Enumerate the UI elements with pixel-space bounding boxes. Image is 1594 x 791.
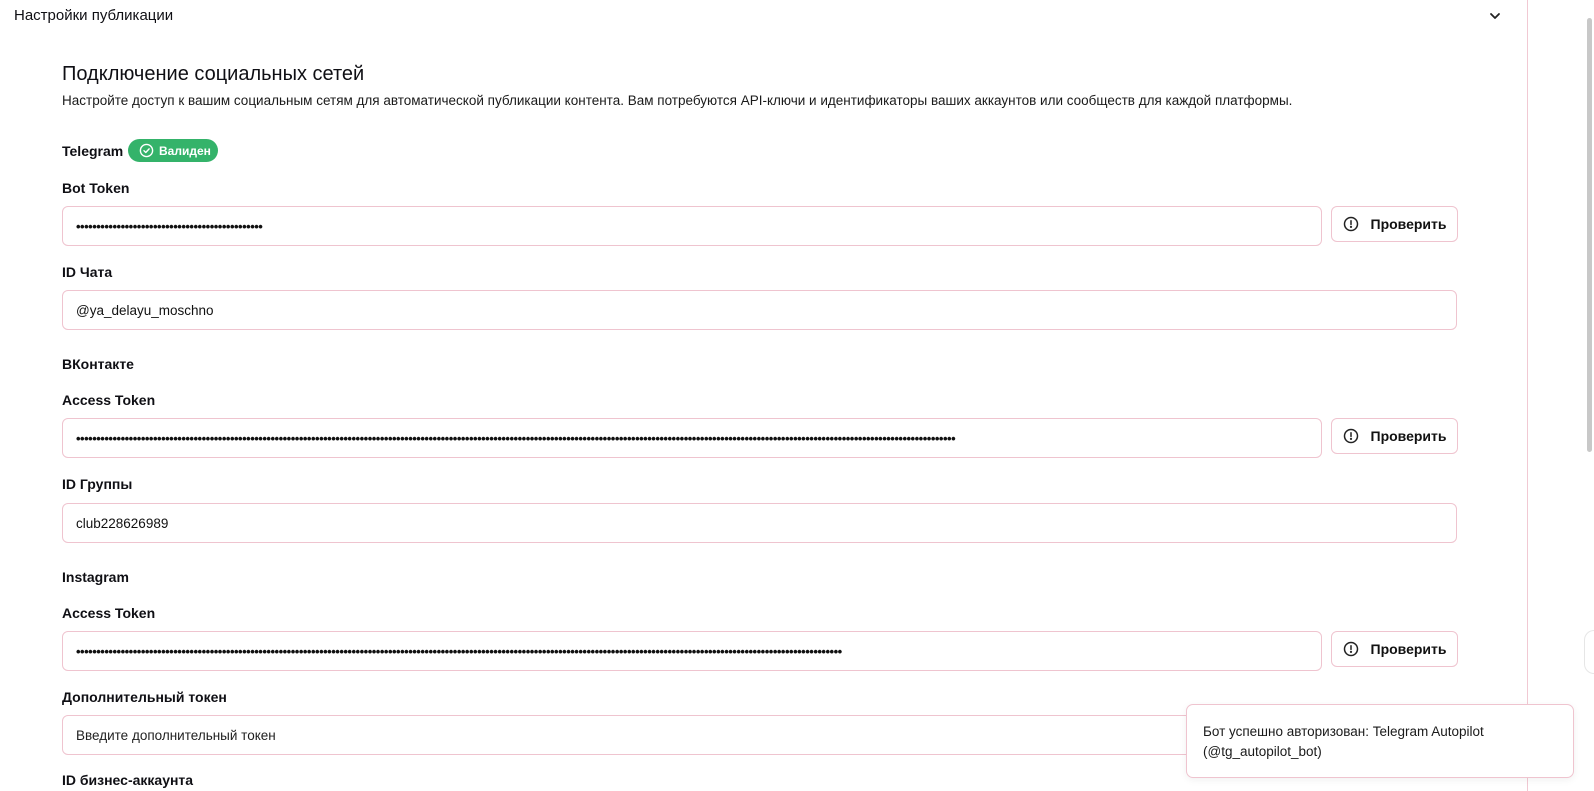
instagram-extra-token-label: Дополнительный токен: [62, 689, 227, 705]
instagram-token-label: Access Token: [62, 605, 156, 621]
side-panel-handle[interactable]: [1584, 630, 1594, 674]
vk-check-button[interactable]: Проверить: [1331, 418, 1458, 454]
accordion-header[interactable]: Настройки публикации: [0, 0, 1528, 32]
publication-settings-page: Настройки публикации Подключение социаль…: [0, 0, 1594, 791]
instagram-heading: Instagram: [62, 569, 129, 585]
check-circle-icon: [139, 143, 154, 158]
vk-group-input[interactable]: club228626989: [62, 503, 1457, 543]
telegram-check-button[interactable]: Проверить: [1331, 206, 1458, 242]
vk-token-input[interactable]: ••••••••••••••••••••••••••••••••••••••••…: [62, 418, 1322, 458]
instagram-check-label: Проверить: [1370, 641, 1447, 657]
telegram-heading: Telegram: [62, 143, 124, 159]
telegram-token-label: Bot Token: [62, 180, 130, 196]
valid-badge: Валиден: [128, 139, 218, 162]
accordion-title: Настройки публикации: [14, 7, 174, 24]
valid-badge-label: Валиден: [159, 143, 211, 158]
telegram-chat-label: ID Чата: [62, 264, 113, 280]
telegram-check-label: Проверить: [1370, 216, 1447, 232]
instagram-check-button[interactable]: Проверить: [1331, 631, 1458, 667]
alert-circle-icon: [1343, 216, 1358, 232]
section-title: Подключение социальных сетей: [62, 63, 365, 85]
telegram-token-input[interactable]: ••••••••••••••••••••••••••••••••••••••••…: [62, 206, 1322, 246]
success-toast[interactable]: Бот успешно авторизован: Telegram Autopi…: [1186, 704, 1574, 778]
chevron-down-icon[interactable]: [1487, 8, 1503, 24]
content-divider: [1527, 0, 1528, 791]
vk-token-label: Access Token: [62, 392, 156, 408]
vk-heading: ВКонтакте: [62, 356, 134, 372]
section-description: Настройте доступ к вашим социальным сетя…: [62, 93, 1293, 108]
alert-circle-icon: [1343, 641, 1358, 657]
instagram-token-input[interactable]: ••••••••••••••••••••••••••••••••••••••••…: [62, 631, 1322, 671]
instagram-business-id-label: ID бизнес-аккаунта: [62, 772, 194, 788]
toast-message: Бот успешно авторизован: Telegram Autopi…: [1203, 724, 1484, 759]
vk-check-label: Проверить: [1370, 428, 1447, 444]
vk-group-label: ID Группы: [62, 476, 133, 492]
scrollbar-thumb[interactable]: [1587, 18, 1592, 452]
alert-circle-icon: [1343, 428, 1358, 444]
telegram-chat-input[interactable]: @ya_delayu_moschno: [62, 290, 1457, 330]
